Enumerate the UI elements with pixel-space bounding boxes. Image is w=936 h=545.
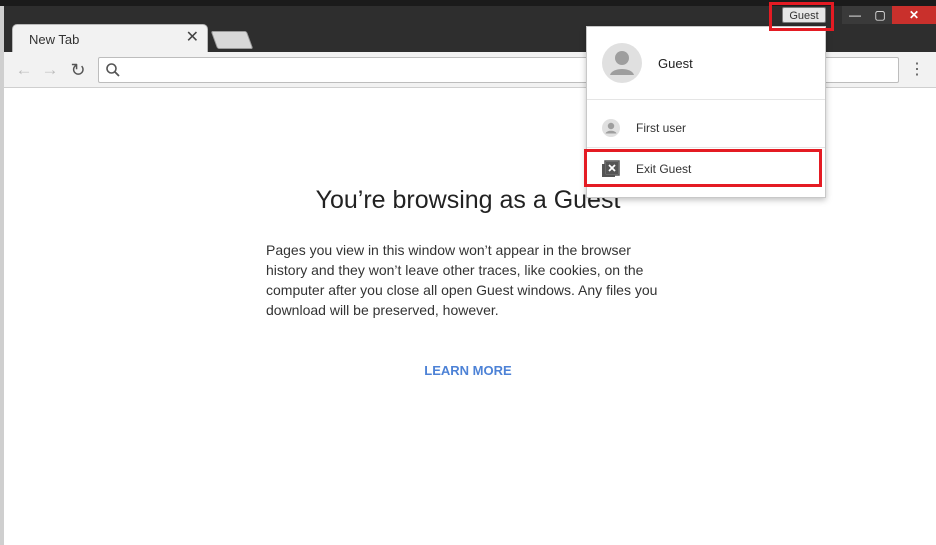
person-icon: [602, 119, 620, 137]
exit-guest-icon: [602, 160, 620, 177]
guest-description: Pages you view in this window won’t appe…: [266, 242, 658, 318]
tab-title: New Tab: [29, 32, 80, 47]
guest-profile-button[interactable]: Guest: [782, 7, 826, 23]
tab-close-icon[interactable]: ✕: [186, 30, 199, 46]
search-icon: [106, 63, 120, 77]
back-arrow-icon[interactable]: ←: [14, 60, 34, 80]
profile-menu-header: Guest: [587, 27, 825, 100]
learn-more-link[interactable]: LEARN MORE: [0, 363, 936, 378]
profile-item-first-user[interactable]: First user: [587, 107, 825, 147]
current-profile-name: Guest: [658, 56, 693, 71]
avatar-icon: [602, 43, 642, 83]
exit-guest-label: Exit Guest: [636, 162, 692, 176]
minimize-icon[interactable]: —: [842, 6, 868, 24]
profile-menu: Guest First user Exit Guest: [586, 26, 826, 198]
new-tab-button[interactable]: [210, 31, 254, 49]
title-bar-strip: [0, 0, 936, 6]
tab-new-tab[interactable]: New Tab ✕: [12, 24, 208, 52]
maximize-icon[interactable]: ▢: [868, 6, 892, 24]
profile-item-label: First user: [636, 121, 687, 135]
menu-icon[interactable]: ⋮: [909, 60, 925, 80]
forward-arrow-icon[interactable]: →: [40, 60, 60, 80]
exit-guest-button[interactable]: Exit Guest: [587, 147, 825, 188]
reload-icon[interactable]: ↻: [68, 60, 88, 80]
close-window-icon[interactable]: ✕: [892, 6, 936, 24]
